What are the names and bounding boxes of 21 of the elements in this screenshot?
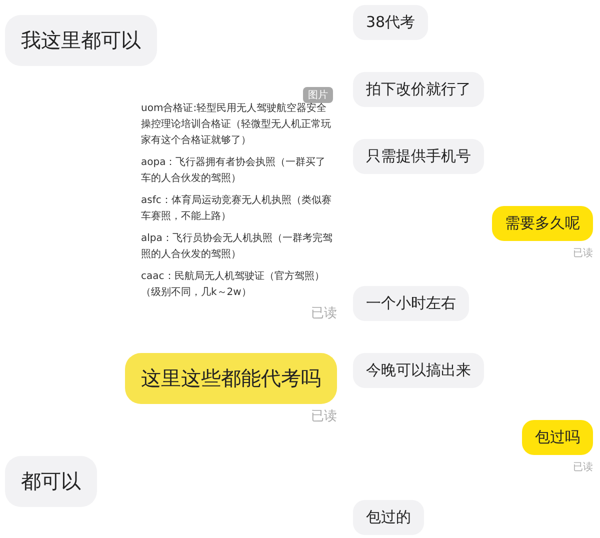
image-text: aopa：飞行器拥有者协会执照（一群买了车的人合伙发的驾照）: [141, 156, 327, 186]
read-receipt: 已读: [573, 463, 593, 473]
message-bubble: 38代考: [353, 5, 428, 40]
message-bubble: 只需提供手机号: [353, 139, 484, 174]
message-bubble: 一个小时左右: [353, 286, 469, 321]
message-bubble: 今晚可以搞出来: [353, 353, 484, 388]
message-bubble: 包过的: [353, 500, 424, 535]
read-receipt: 已读: [311, 307, 337, 321]
read-receipt: 已读: [311, 410, 337, 424]
message-bubble: 这里这些都能代考吗: [125, 353, 337, 404]
image-text: alpa：飞行员协会无人机执照（一群考完驾照的人合伙发的驾照）: [141, 232, 333, 262]
message-bubble: 需要多久呢: [492, 206, 593, 241]
message-bubble: 我这里都可以: [5, 15, 157, 66]
image-text: asfc：体育局运动竞赛无人机执照（类似赛车赛照，不能上路）: [141, 194, 332, 224]
read-receipt: 已读: [573, 249, 593, 259]
message-bubble: 都可以: [5, 456, 97, 507]
image-text: uom合格证:轻型民用无人驾驶航空器安全操控理论培训合格证（轻微型无人机正常玩家有这个合格证就够了）: [141, 102, 332, 148]
image-badge: 图片: [303, 87, 333, 103]
message-bubble: 拍下改价就行了: [353, 72, 484, 107]
message-bubble: 包过吗: [522, 420, 593, 455]
image-text: caac：民航局无人机驾驶证（官方驾照）（级别不同，几k～2w）: [141, 270, 326, 300]
